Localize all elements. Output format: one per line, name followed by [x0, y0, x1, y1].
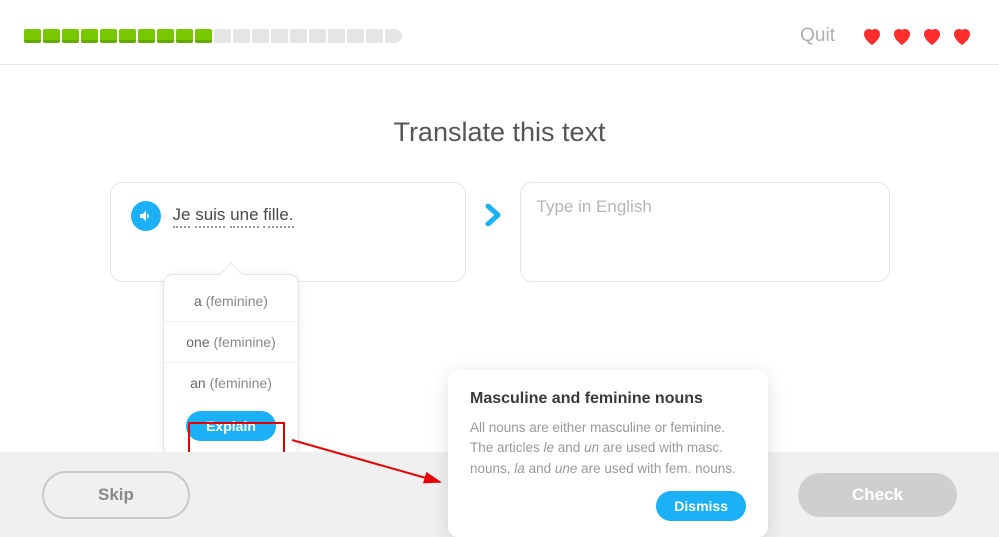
explanation-title: Masculine and feminine nouns	[470, 390, 746, 408]
progress-segment	[24, 29, 41, 43]
hint-main: one	[186, 334, 209, 350]
source-card: Je suis une fille.	[110, 182, 466, 282]
exercise-title: Translate this text	[0, 117, 999, 148]
progress-segment	[214, 29, 231, 43]
progress-segment	[138, 29, 155, 43]
progress-segment	[347, 29, 364, 43]
progress-segment	[157, 29, 174, 43]
heart-icon	[889, 24, 915, 48]
progress-bar	[24, 29, 800, 43]
speaker-icon[interactable]	[131, 201, 161, 231]
word-token[interactable]: Je	[173, 205, 191, 228]
header: Quit	[0, 0, 999, 65]
hint-qualifier: (feminine)	[202, 293, 268, 309]
word-token[interactable]: suis	[195, 205, 225, 228]
hint-main: a	[194, 293, 202, 309]
hint-list: a (feminine)one (feminine)an (feminine)	[164, 281, 298, 403]
answer-input[interactable]	[537, 197, 873, 257]
explanation-body: All nouns are either masculine or femini…	[470, 418, 746, 479]
progress-segment	[195, 29, 212, 43]
progress-segment	[328, 29, 345, 43]
progress-segment	[309, 29, 326, 43]
progress-segment	[119, 29, 136, 43]
exercise-row: Je suis une fille.	[0, 182, 999, 282]
explain-button[interactable]: Explain	[186, 411, 276, 441]
check-button[interactable]: Check	[798, 473, 957, 517]
heart-icon	[949, 24, 975, 48]
heart-icon	[859, 24, 885, 48]
explanation-popup: Masculine and feminine nouns All nouns a…	[448, 370, 768, 537]
progress-segment	[62, 29, 79, 43]
quit-link[interactable]: Quit	[800, 25, 835, 47]
progress-segment	[81, 29, 98, 43]
hint-item[interactable]: a (feminine)	[164, 281, 298, 322]
progress-segment	[271, 29, 288, 43]
progress-segment	[385, 29, 402, 43]
progress-segment	[252, 29, 269, 43]
progress-segment	[176, 29, 193, 43]
hint-qualifier: (feminine)	[210, 334, 276, 350]
progress-segment	[100, 29, 117, 43]
word-token[interactable]: une	[230, 205, 258, 228]
progress-segment	[43, 29, 60, 43]
word-token[interactable]: fille.	[263, 205, 293, 228]
hint-item[interactable]: an (feminine)	[164, 363, 298, 403]
progress-segment	[366, 29, 383, 43]
arrow-right-icon	[484, 204, 502, 231]
progress-segment	[290, 29, 307, 43]
hint-main: an	[190, 375, 206, 391]
hint-popup: a (feminine)one (feminine)an (feminine) …	[163, 274, 299, 456]
progress-segment	[233, 29, 250, 43]
dismiss-button[interactable]: Dismiss	[656, 491, 746, 521]
source-sentence: Je suis une fille.	[173, 201, 294, 225]
answer-card	[520, 182, 890, 282]
heart-icon	[919, 24, 945, 48]
hearts-container	[859, 24, 975, 48]
hint-qualifier: (feminine)	[206, 375, 272, 391]
hint-item[interactable]: one (feminine)	[164, 322, 298, 363]
skip-button[interactable]: Skip	[42, 471, 190, 519]
